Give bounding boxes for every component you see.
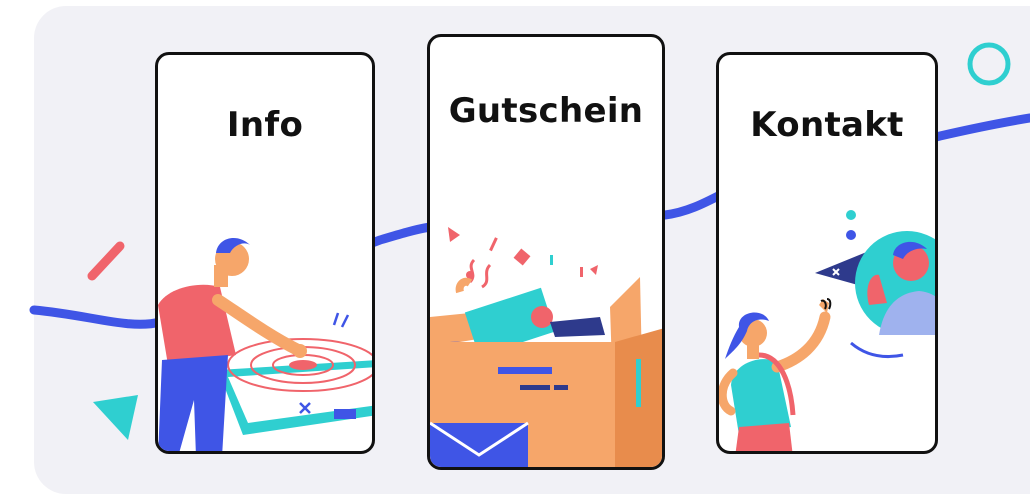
triangle-shape [93,395,138,440]
info-card[interactable]: Info [155,52,375,454]
gutschein-card[interactable]: Gutschein [427,34,665,470]
person-video-call-illustration [719,210,935,451]
hero-banner: Info Gutschein Kontakt [0,0,1030,499]
dash-shape [87,241,125,281]
kontakt-card[interactable]: Kontakt [716,52,938,454]
gift-box-confetti-illustration [430,227,662,467]
person-touching-table-illustration [158,238,372,451]
ring-shape [967,42,1011,86]
